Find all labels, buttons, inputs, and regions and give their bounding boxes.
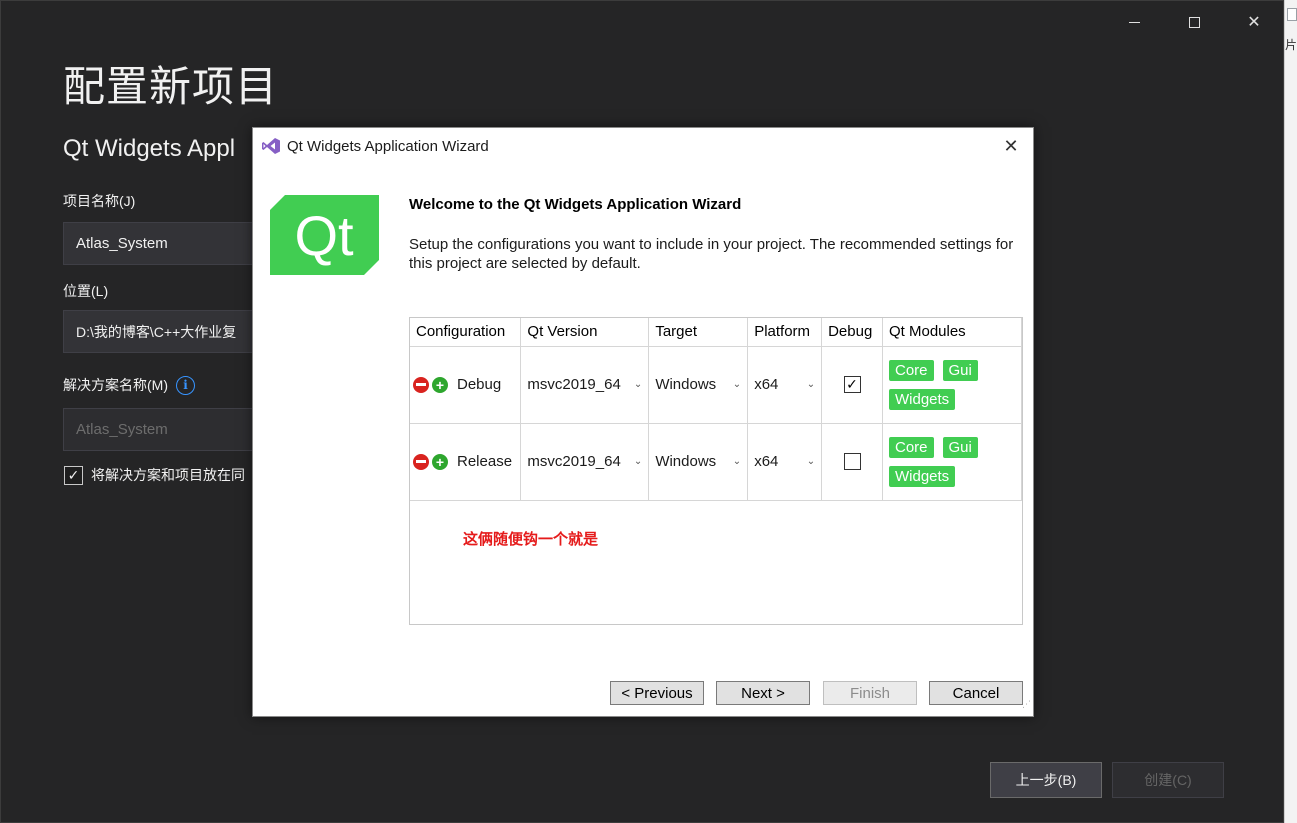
qt-logo-text: Qt	[294, 204, 354, 267]
project-name-label: 项目名称(J)	[63, 193, 136, 209]
create-button: 创建(C)	[1112, 762, 1224, 798]
platform-value: x64	[754, 453, 779, 470]
minimize-button[interactable]	[1119, 9, 1149, 35]
chevron-down-icon: ⌄	[732, 456, 742, 467]
module-tag[interactable]: Core	[888, 436, 934, 458]
platform-dropdown[interactable]: x64 ⌄	[748, 453, 821, 470]
target-value: Windows	[655, 376, 717, 393]
column-header-qt-version: Qt Version	[520, 318, 650, 347]
minimize-icon	[1128, 21, 1140, 23]
solution-name-label-row: 解决方案名称(M) i	[63, 375, 195, 395]
info-icon[interactable]: i	[176, 375, 195, 395]
close-icon: ✕	[1003, 135, 1019, 156]
qt-version-value: msvc2019_64	[527, 376, 621, 393]
target-dropdown[interactable]: Windows ⌄	[649, 376, 747, 393]
adjacent-window-text: 片	[1285, 38, 1297, 52]
module-tag[interactable]: Gui	[942, 359, 978, 381]
setup-description: Setup the configurations you want to inc…	[409, 236, 1014, 272]
chevron-down-icon: ⌄	[806, 456, 816, 467]
table-row: + Release msvc2019_64 ⌄ Windows ⌄ x64 ⌄ Cor…	[410, 423, 1023, 501]
dialog-title: Qt Widgets Application Wizard	[287, 137, 489, 155]
module-tag[interactable]: Core	[888, 359, 934, 381]
chevron-down-icon: ⌄	[732, 379, 742, 390]
column-header-debug: Debug	[821, 318, 883, 347]
qt-modules-list[interactable]: Core Gui Widgets	[883, 436, 1019, 487]
debug-checkbox[interactable]	[843, 453, 861, 470]
location-label: 位置(L)	[63, 283, 109, 299]
qt-logo: Qt	[270, 195, 379, 275]
back-button[interactable]: 上一步(B)	[990, 762, 1102, 798]
debug-checkbox[interactable]: ✓	[843, 376, 861, 393]
page-title: 配置新项目	[63, 62, 279, 111]
remove-config-icon[interactable]	[413, 453, 429, 470]
checkmark-icon: ✓	[67, 466, 80, 483]
chevron-down-icon: ⌄	[633, 456, 643, 467]
qt-version-value: msvc2019_64	[527, 453, 621, 470]
dialog-close-button[interactable]: ✕	[1001, 136, 1021, 156]
maximize-icon	[1188, 16, 1200, 28]
adjacent-window-strip: 片	[1284, 0, 1297, 823]
table-row: + Debug msvc2019_64 ⌄ Windows ⌄ x64 ⌄ ✓ Cor…	[410, 346, 1023, 424]
module-tag[interactable]: Widgets	[888, 388, 956, 410]
same-directory-label: 将解决方案和项目放在同	[91, 467, 245, 483]
welcome-heading: Welcome to the Qt Widgets Application Wi…	[409, 196, 742, 213]
chevron-down-icon: ⌄	[633, 379, 643, 390]
finish-button: Finish	[823, 681, 917, 705]
qt-wizard-dialog: Qt Widgets Application Wizard ✕ Qt Welco…	[252, 127, 1034, 717]
remove-config-icon[interactable]	[413, 376, 429, 393]
checkmark-icon: ✓	[846, 376, 858, 392]
configurations-table: Configuration Qt Version Target Platform…	[409, 317, 1023, 625]
add-config-icon[interactable]: +	[432, 376, 448, 393]
chevron-down-icon: ⌄	[806, 379, 816, 390]
same-directory-checkbox[interactable]: ✓	[64, 465, 83, 485]
qt-version-dropdown[interactable]: msvc2019_64 ⌄	[521, 453, 648, 470]
configuration-name: Debug	[457, 376, 502, 393]
previous-button[interactable]: < Previous	[610, 681, 704, 705]
maximize-button[interactable]	[1179, 9, 1209, 35]
target-dropdown[interactable]: Windows ⌄	[649, 453, 747, 470]
qt-version-dropdown[interactable]: msvc2019_64 ⌄	[521, 376, 648, 393]
configuration-name: Release	[457, 453, 513, 470]
target-value: Windows	[655, 453, 717, 470]
same-directory-option[interactable]: ✓ 将解决方案和项目放在同	[64, 465, 245, 485]
column-header-platform: Platform	[747, 318, 823, 347]
dialog-title-bar: Qt Widgets Application Wizard	[253, 128, 1033, 164]
table-header-row: Configuration Qt Version Target Platform…	[410, 318, 1023, 347]
module-tag[interactable]: Gui	[942, 436, 978, 458]
annotation-note: 这俩随便钩一个就是	[463, 531, 599, 548]
resize-grip-icon[interactable]: ⋰	[1019, 700, 1031, 714]
close-icon: ✕	[1247, 14, 1261, 31]
column-header-target: Target	[648, 318, 749, 347]
platform-dropdown[interactable]: x64 ⌄	[748, 376, 821, 393]
solution-name-label: 解决方案名称(M)	[63, 377, 168, 393]
column-header-configuration: Configuration	[410, 318, 522, 347]
module-tag[interactable]: Widgets	[888, 465, 956, 487]
document-icon	[1287, 8, 1297, 21]
project-template-title: Qt Widgets Appl	[63, 135, 236, 162]
platform-value: x64	[754, 376, 779, 393]
visual-studio-logo-icon	[262, 138, 280, 154]
next-button[interactable]: Next >	[716, 681, 810, 705]
cancel-button[interactable]: Cancel	[929, 681, 1023, 705]
qt-modules-list[interactable]: Core Gui Widgets	[883, 359, 1019, 410]
add-config-icon[interactable]: +	[432, 453, 448, 470]
close-window-button[interactable]: ✕	[1239, 9, 1269, 35]
column-header-qt-modules: Qt Modules	[882, 318, 1023, 347]
